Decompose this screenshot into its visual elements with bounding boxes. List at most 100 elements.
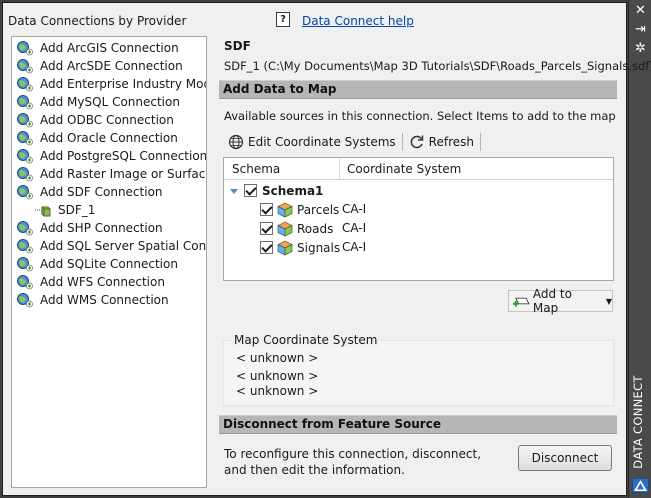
- provider-item[interactable]: Add SDF Connection: [16, 183, 163, 201]
- feature-class-icon: [277, 221, 293, 237]
- raster-connection-icon: [17, 167, 33, 182]
- provider-item[interactable]: Add WMS Connection: [16, 291, 169, 309]
- toolbar-separator: [401, 133, 403, 151]
- add-to-map-label: Add to Map: [532, 287, 572, 315]
- help-icon[interactable]: ?: [276, 12, 290, 27]
- provider-label: Add MySQL Connection: [40, 95, 180, 109]
- edit-coordinate-systems-button[interactable]: Edit Coordinate Systems: [224, 131, 400, 153]
- feature-class-row[interactable]: Parcels CA-I: [260, 200, 610, 219]
- grid-header: Schema Coordinate System: [224, 158, 613, 180]
- globe-connection-icon: [17, 131, 33, 146]
- help-link[interactable]: Data Connect help: [302, 14, 414, 28]
- provider-item[interactable]: Add WFS Connection: [16, 273, 165, 291]
- globe-connection-icon: [17, 239, 33, 254]
- disconnect-button[interactable]: Disconnect: [518, 445, 612, 471]
- feature-class-cs: CA-I: [342, 202, 367, 216]
- provider-item[interactable]: Add SQL Server Spatial Connect: [16, 237, 207, 255]
- feature-class-name: Parcels: [297, 202, 340, 217]
- provider-item[interactable]: Add PostgreSQL Connection: [16, 147, 207, 165]
- connection-title: SDF: [224, 39, 251, 53]
- col-header-schema[interactable]: Schema: [232, 162, 280, 176]
- globe-connection-icon: [17, 113, 33, 128]
- map-cs-value: < unknown >: [236, 369, 319, 383]
- connection-item-sdf[interactable]: SDF_1: [34, 201, 95, 219]
- feature-class-cs: CA-I: [342, 240, 367, 254]
- sqlite-connection-icon: [17, 257, 33, 272]
- feature-class-row[interactable]: Roads CA-I: [260, 219, 610, 238]
- globe-connection-icon: [17, 95, 33, 110]
- provider-item[interactable]: Add ArcGIS Connection: [16, 39, 179, 57]
- provider-label: Add ArcGIS Connection: [40, 41, 179, 55]
- feature-class-checkbox[interactable]: [260, 222, 273, 235]
- auto-hide-icon[interactable]: ⇥: [633, 23, 648, 37]
- available-sources-text: Available sources in this connection. Se…: [224, 109, 618, 123]
- feature-class-cs: CA-I: [342, 221, 367, 235]
- feature-class-row[interactable]: Signals CA-I: [260, 238, 610, 257]
- schema-grid[interactable]: Schema Coordinate System Schema1 Parcels…: [223, 157, 614, 281]
- provider-label: Add WMS Connection: [40, 293, 169, 307]
- grid-toolbar: Edit Coordinate Systems Refresh: [224, 131, 483, 153]
- refresh-label: Refresh: [428, 135, 474, 149]
- disconnect-description: To reconfigure this connection, disconne…: [224, 447, 482, 477]
- feature-class-checkbox[interactable]: [260, 203, 273, 216]
- provider-label: SDF_1: [58, 203, 96, 217]
- palette-title: DATA CONNECT: [631, 375, 645, 469]
- palette-title-strip[interactable]: ✕ ⇥ ✲ DATA CONNECT: [628, 0, 651, 498]
- shp-connection-icon: [17, 221, 33, 236]
- map-coordinate-system-label: Map Coordinate System: [232, 333, 380, 347]
- add-to-map-button[interactable]: Add to Map ▼: [508, 287, 613, 315]
- globe-connection-icon: [17, 41, 33, 56]
- provider-item[interactable]: Add Oracle Connection: [16, 129, 178, 147]
- provider-label: Add SDF Connection: [40, 185, 163, 199]
- map-cs-value: < unknown >: [236, 351, 319, 365]
- map-cs-value: < unknown >: [236, 384, 319, 398]
- dropdown-arrow-icon[interactable]: ▼: [606, 297, 612, 306]
- sdf-cube-icon: [35, 206, 51, 217]
- sdf-connection-icon: [17, 185, 33, 200]
- provider-label: Add ODBC Connection: [40, 113, 174, 127]
- provider-label: Add Raster Image or Surface Co: [40, 167, 206, 181]
- globe-icon: [228, 134, 244, 150]
- add-data-section-header[interactable]: Add Data to Map: [219, 80, 617, 99]
- provider-item[interactable]: Add ArcSDE Connection: [16, 57, 183, 75]
- provider-label: Add SHP Connection: [40, 221, 163, 235]
- provider-item[interactable]: Add Raster Image or Surface Co: [16, 165, 206, 183]
- feature-class-icon: [277, 240, 293, 256]
- schema-checkbox[interactable]: [244, 184, 257, 197]
- provider-item[interactable]: Add ODBC Connection: [16, 111, 174, 129]
- provider-label: Add Oracle Connection: [40, 131, 178, 145]
- schema-row[interactable]: Schema1: [228, 181, 323, 200]
- globe-connection-icon: [17, 77, 33, 92]
- add-to-map-icon: [513, 297, 530, 307]
- provider-label: Add SQL Server Spatial Connect: [40, 239, 207, 253]
- feature-class-icon: [277, 202, 293, 218]
- globe-connection-icon: [17, 59, 33, 74]
- provider-label: Add Enterprise Industry Model C: [40, 77, 206, 91]
- provider-label: Add PostgreSQL Connection: [40, 149, 207, 163]
- provider-item[interactable]: Add MySQL Connection: [16, 93, 180, 111]
- refresh-icon: [410, 135, 423, 149]
- provider-tree[interactable]: Add ArcGIS Connection Add ArcSDE Connecti…: [11, 36, 207, 488]
- settings-icon[interactable]: ✲: [633, 42, 648, 56]
- feature-class-checkbox[interactable]: [260, 241, 273, 254]
- globe-connection-icon: [17, 275, 33, 290]
- edit-cs-label: Edit Coordinate Systems: [248, 135, 396, 149]
- col-header-coordinate-system[interactable]: Coordinate System: [347, 162, 461, 176]
- provider-item[interactable]: Add SQLite Connection: [16, 255, 178, 273]
- disconnect-section-header[interactable]: Disconnect from Feature Source: [219, 415, 617, 434]
- refresh-button[interactable]: Refresh: [405, 131, 478, 153]
- expand-collapse-icon[interactable]: [228, 185, 240, 197]
- provider-item[interactable]: Add SHP Connection: [16, 219, 163, 237]
- close-icon[interactable]: ✕: [633, 4, 648, 18]
- globe-connection-icon: [17, 293, 33, 308]
- feature-class-name: Roads: [297, 221, 334, 236]
- globe-connection-icon: [17, 149, 33, 164]
- connection-path: SDF_1 (C:\My Documents\Map 3D Tutorials\…: [224, 59, 651, 73]
- provider-label: Add SQLite Connection: [40, 257, 178, 271]
- app-logo-icon: [632, 478, 649, 493]
- provider-item[interactable]: Add Enterprise Industry Model C: [16, 75, 206, 93]
- provider-label: Add ArcSDE Connection: [40, 59, 183, 73]
- provider-label: Add WFS Connection: [40, 275, 165, 289]
- column-separator[interactable]: [339, 158, 340, 180]
- feature-class-name: Signals: [297, 240, 341, 255]
